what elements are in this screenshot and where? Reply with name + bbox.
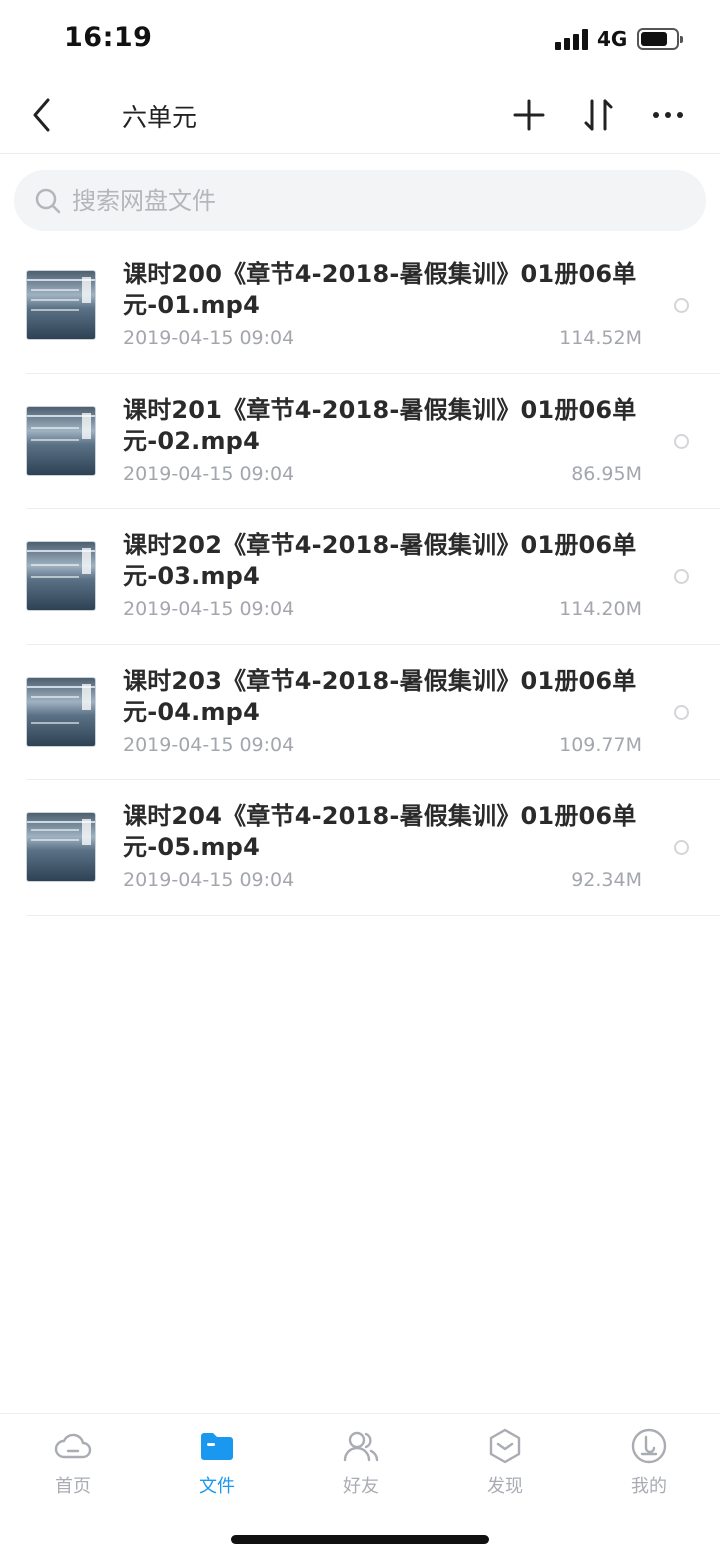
file-size: 114.52M bbox=[559, 327, 642, 349]
back-button[interactable] bbox=[22, 90, 66, 140]
add-button[interactable] bbox=[507, 92, 551, 138]
folder-icon bbox=[201, 1433, 233, 1460]
select-checkbox[interactable] bbox=[674, 840, 689, 856]
chevron-left-icon bbox=[33, 98, 50, 132]
tab-label: 我的 bbox=[631, 1476, 667, 1497]
file-row[interactable]: 课时204《章节4-2018-暑假集训》01册06单元-05.mp4 2019-… bbox=[26, 780, 720, 916]
sort-icon bbox=[584, 99, 613, 131]
signal-icon bbox=[555, 28, 589, 50]
file-size: 109.77M bbox=[559, 733, 642, 756]
battery-icon bbox=[637, 28, 683, 50]
profile-icon bbox=[631, 1428, 667, 1464]
tab-label: 文件 bbox=[199, 1476, 235, 1497]
discover-icon bbox=[489, 1428, 521, 1464]
status-bar: 16:19 4G bbox=[0, 0, 720, 76]
tab-profile[interactable]: 我的 bbox=[604, 1426, 694, 1516]
file-name: 课时202《章节4-2018-暑假集训》01册06单元-03.mp4 bbox=[123, 531, 637, 591]
file-size: 114.20M bbox=[559, 598, 642, 621]
friends-icon bbox=[343, 1431, 379, 1462]
file-date: 2019-04-15 09:04 bbox=[123, 598, 295, 621]
file-date: 2019-04-15 09:04 bbox=[123, 462, 295, 485]
select-checkbox[interactable] bbox=[674, 433, 689, 449]
video-thumbnail bbox=[26, 270, 96, 340]
plus-icon bbox=[513, 99, 545, 131]
file-row[interactable]: 课时200《章节4-2018-暑假集训》01册06单元-01.mp4 2019-… bbox=[26, 238, 720, 374]
select-checkbox[interactable] bbox=[674, 704, 689, 720]
sort-button[interactable] bbox=[577, 92, 621, 138]
file-name: 课时203《章节4-2018-暑假集训》01册06单元-04.mp4 bbox=[123, 666, 637, 726]
file-list: 课时200《章节4-2018-暑假集训》01册06单元-01.mp4 2019-… bbox=[0, 238, 720, 916]
file-name: 课时200《章节4-2018-暑假集训》01册06单元-01.mp4 bbox=[123, 260, 637, 319]
file-name: 课时201《章节4-2018-暑假集训》01册06单元-02.mp4 bbox=[123, 395, 637, 455]
tab-friends[interactable]: 好友 bbox=[316, 1426, 406, 1516]
video-thumbnail bbox=[26, 405, 96, 476]
tab-label: 首页 bbox=[55, 1476, 91, 1497]
file-name: 课时204《章节4-2018-暑假集训》01册06单元-05.mp4 bbox=[123, 802, 637, 862]
file-size: 86.95M bbox=[571, 462, 642, 485]
battery-level bbox=[641, 32, 667, 46]
file-row[interactable]: 课时203《章节4-2018-暑假集训》01册06单元-04.mp4 2019-… bbox=[26, 645, 720, 781]
file-date: 2019-04-15 09:04 bbox=[123, 869, 295, 892]
tab-label: 好友 bbox=[343, 1476, 379, 1497]
nav-bar: 六单元 bbox=[0, 76, 720, 154]
search-box[interactable] bbox=[14, 170, 706, 231]
tab-files[interactable]: 文件 bbox=[172, 1426, 262, 1516]
network-type: 4G bbox=[597, 27, 628, 51]
file-date: 2019-04-15 09:04 bbox=[123, 733, 295, 756]
status-time: 16:19 bbox=[64, 22, 153, 53]
more-button[interactable] bbox=[646, 92, 690, 138]
more-dots-icon bbox=[653, 112, 683, 118]
select-checkbox[interactable] bbox=[674, 569, 689, 585]
file-row[interactable]: 课时201《章节4-2018-暑假集训》01册06单元-02.mp4 2019-… bbox=[26, 374, 720, 510]
video-thumbnail bbox=[26, 676, 96, 747]
file-row[interactable]: 课时202《章节4-2018-暑假集训》01册06单元-03.mp4 2019-… bbox=[26, 509, 720, 645]
cloud-icon bbox=[54, 1433, 92, 1459]
video-thumbnail bbox=[26, 541, 96, 612]
search-input[interactable] bbox=[72, 170, 672, 231]
search-icon bbox=[35, 188, 61, 214]
select-checkbox[interactable] bbox=[674, 298, 689, 313]
file-date: 2019-04-15 09:04 bbox=[123, 327, 295, 349]
file-size: 92.34M bbox=[571, 869, 642, 892]
page-title: 六单元 bbox=[122, 103, 198, 132]
home-indicator bbox=[231, 1535, 489, 1544]
tab-discover[interactable]: 发现 bbox=[460, 1426, 550, 1516]
tab-home[interactable]: 首页 bbox=[28, 1426, 118, 1516]
tab-label: 发现 bbox=[487, 1476, 523, 1497]
video-thumbnail bbox=[26, 812, 96, 883]
